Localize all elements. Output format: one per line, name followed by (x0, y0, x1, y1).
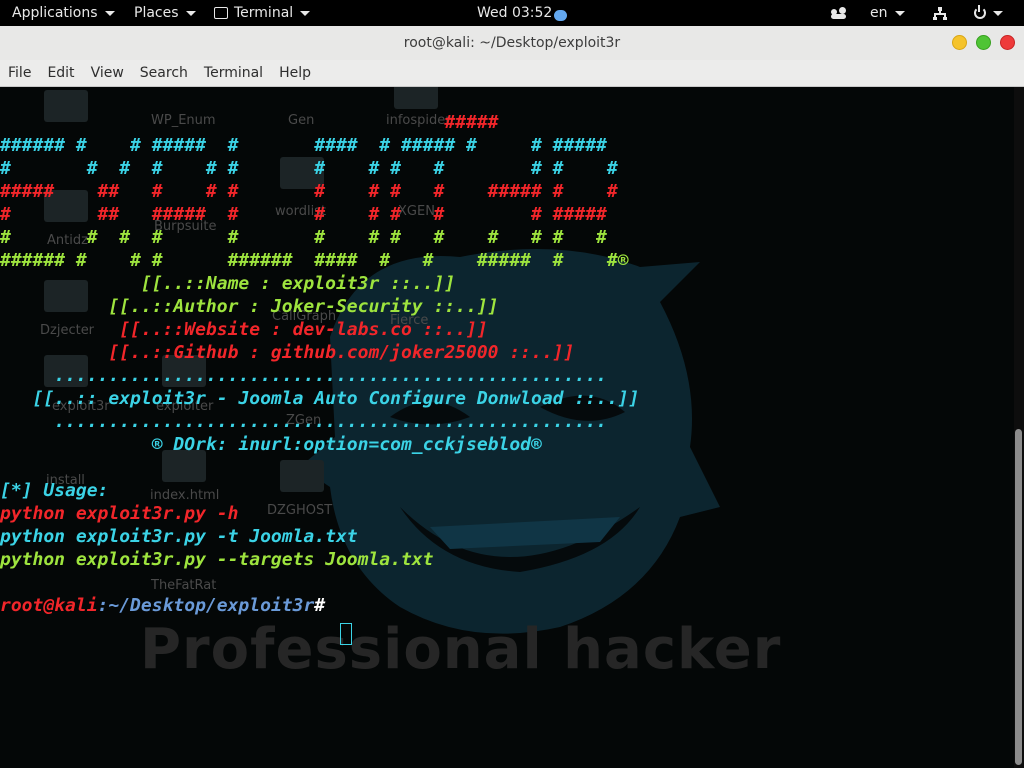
terminal-app-menu[interactable]: Terminal (214, 0, 311, 26)
banner-line: ##### ## # # # # # # # ##### # # (0, 181, 618, 202)
menu-terminal[interactable]: Terminal (204, 65, 263, 81)
close-button[interactable] (1000, 35, 1015, 50)
text-cursor[interactable] (340, 623, 352, 645)
menu-search[interactable]: Search (140, 65, 188, 81)
prompt-user: root@kali (0, 595, 98, 616)
prompt-path: :~/Desktop/exploit3r (97, 595, 315, 616)
chat-bubble-icon (554, 9, 568, 21)
power-icon (974, 5, 986, 19)
chevron-down-icon (300, 10, 311, 16)
dots-line: ........................................… (0, 411, 607, 432)
wallpaper-watermark: Professional hacker (140, 617, 782, 682)
usage-command: python exploit3r.py --targets Joomla.txt (0, 549, 434, 570)
chevron-down-icon (993, 10, 1003, 16)
language-menu[interactable]: en (870, 0, 905, 26)
usage-label: [*] Usage: (0, 480, 109, 501)
banner-line: ###### # # # ###### #### # # ##### # #® (0, 250, 629, 271)
desktop-icon-label: index.html (150, 488, 220, 503)
people-icon (831, 7, 846, 19)
banner-line: # ## ##### # # # # # # ##### (0, 204, 607, 225)
terminal-icon (214, 7, 228, 19)
prompt-symbol: # (314, 595, 336, 616)
banner-line: ###### # # ##### # #### # ##### # # ####… (0, 135, 607, 156)
usage-command: python exploit3r.py -t Joomla.txt (0, 526, 358, 547)
chevron-down-icon (894, 10, 905, 16)
menu-help[interactable]: Help (279, 65, 311, 81)
menu-edit[interactable]: Edit (47, 65, 74, 81)
menu-view[interactable]: View (91, 65, 124, 81)
places-label: Places (134, 5, 179, 21)
github-line: [[..::Github : github.com/joker25000 ::.… (0, 342, 575, 363)
usage-command: python exploit3r.py -h (0, 503, 239, 524)
banner-line: # # # # # # # # # # # # # (0, 158, 618, 179)
name-line: [[..::Name : exploit3r ::..]] (0, 273, 456, 294)
menu-bar: File Edit View Search Terminal Help (0, 60, 1024, 87)
terminal-app-label: Terminal (234, 5, 294, 21)
shell-prompt: root@kali:~/Desktop/exploit3r# (0, 594, 336, 617)
applications-label: Applications (12, 5, 98, 21)
places-menu[interactable]: Places (134, 0, 196, 26)
power-menu[interactable] (974, 0, 1003, 26)
chevron-down-icon (104, 10, 115, 16)
menu-file[interactable]: File (8, 65, 31, 81)
minimize-button[interactable] (952, 35, 967, 50)
folder-icon (394, 87, 438, 109)
people-indicator[interactable] (831, 0, 846, 26)
dots-line: ........................................… (0, 365, 607, 386)
network-icon (933, 6, 947, 20)
website-line: [[..::Website : dev-labs.co ::..]] (0, 319, 488, 340)
clock[interactable]: Wed 03:52 (477, 0, 568, 26)
clock-label: Wed 03:52 (477, 5, 553, 21)
desktop-icon-label: DZGHOST (267, 503, 333, 518)
network-indicator[interactable] (933, 0, 947, 26)
window-titlebar[interactable]: root@kali: ~/Desktop/exploit3r (0, 26, 1024, 61)
terminal-view[interactable]: Professional hacker WP_Enum Gen infospid… (0, 87, 1024, 768)
banner-line: ##### (0, 112, 499, 133)
maximize-button[interactable] (976, 35, 991, 50)
description-line: [[..:: exploit3r - Joomla Auto Configure… (0, 388, 640, 409)
top-bar: Applications Places Terminal Wed 03:52 e… (0, 0, 1024, 26)
language-label: en (870, 5, 888, 21)
dork-line: ® DOrk: inurl:option=com_cckjseblod® (0, 434, 542, 455)
applications-menu[interactable]: Applications (12, 0, 115, 26)
scrollbar-thumb[interactable] (1015, 429, 1022, 765)
chevron-down-icon (185, 10, 196, 16)
author-line: [[..::Author : Joker-Security ::..]] (0, 296, 499, 317)
desktop-icon-label: TheFatRat (151, 578, 217, 593)
folder-icon (280, 460, 324, 492)
banner-line: # # # # # # # # # # # # # (0, 227, 607, 248)
window-title: root@kali: ~/Desktop/exploit3r (403, 35, 621, 51)
